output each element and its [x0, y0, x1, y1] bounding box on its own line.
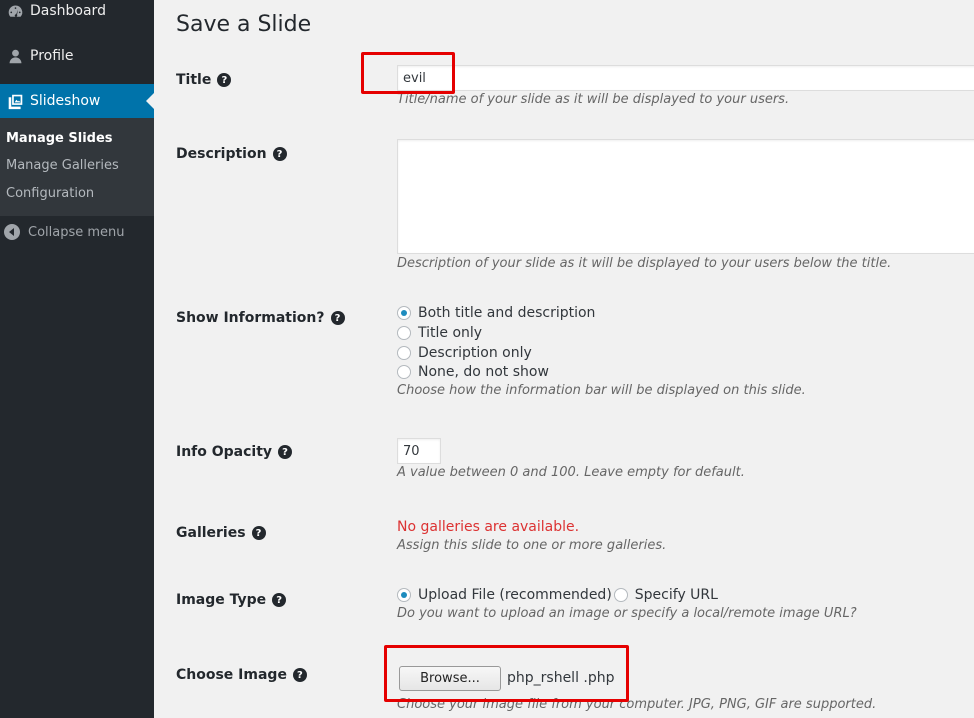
description-description: Description of your slide as it will be … — [397, 256, 892, 271]
sidebar-item-profile[interactable]: Profile — [0, 39, 154, 73]
show-information-description: Choose how the information bar will be d… — [397, 383, 806, 398]
submenu-item-manage-slides[interactable]: Manage Slides — [6, 131, 113, 146]
annotation-box-file — [384, 645, 629, 702]
title-label: Title ? — [176, 72, 232, 88]
radio-option-both[interactable]: Both title and description — [397, 305, 595, 321]
dashboard-icon — [0, 3, 30, 20]
help-icon[interactable]: ? — [251, 526, 266, 540]
galleries-description: Assign this slide to one or more galleri… — [397, 538, 667, 553]
admin-sidebar: Dashboard Profile Slideshow Manage Slide… — [0, 0, 154, 718]
help-icon[interactable]: ? — [272, 593, 287, 607]
help-icon[interactable]: ? — [217, 73, 232, 87]
sidebar-item-label: Dashboard — [30, 3, 106, 19]
user-icon — [0, 48, 30, 65]
radio-label-upload[interactable]: Upload File (recommended) — [418, 587, 612, 603]
sidebar-item-label: Slideshow — [30, 93, 101, 109]
help-icon[interactable]: ? — [292, 668, 307, 682]
radio-button-upload[interactable] — [397, 588, 411, 602]
image-type-label-text: Image Type — [176, 592, 267, 608]
sidebar-item-dashboard[interactable]: Dashboard — [0, 0, 154, 28]
title-description: Title/name of your slide as it will be d… — [397, 92, 790, 107]
sidebar-item-slideshow[interactable]: Slideshow — [0, 84, 154, 118]
radio-label: Description only — [418, 345, 532, 361]
image-type-options: Upload File (recommended) Specify URL — [397, 587, 718, 603]
sidebar-item-label: Profile — [30, 48, 74, 64]
galleries-error: No galleries are available. — [397, 519, 580, 535]
galleries-label: Galleries ? — [176, 525, 266, 541]
slideshow-submenu: Manage Slides Manage Galleries Configura… — [0, 118, 154, 216]
radio-option-description-only[interactable]: Description only — [397, 345, 532, 361]
radio-button[interactable] — [397, 306, 411, 320]
info-opacity-description: A value between 0 and 100. Leave empty f… — [397, 465, 745, 480]
radio-button[interactable] — [397, 365, 411, 379]
info-opacity-label-text: Info Opacity — [176, 444, 273, 460]
collapse-menu-label: Collapse menu — [28, 224, 125, 240]
description-label-text: Description — [176, 146, 267, 162]
description-textarea[interactable] — [397, 139, 974, 254]
page-title: Save a Slide — [176, 12, 312, 37]
radio-label-url[interactable]: Specify URL — [635, 587, 718, 603]
radio-option-none[interactable]: None, do not show — [397, 364, 549, 380]
info-opacity-label: Info Opacity ? — [176, 444, 293, 460]
radio-button-url[interactable] — [613, 588, 628, 602]
radio-button[interactable] — [397, 346, 411, 360]
image-type-label: Image Type ? — [176, 592, 287, 608]
active-indicator-arrow — [146, 93, 154, 109]
radio-label: Title only — [418, 325, 483, 341]
collapse-arrow-icon — [4, 224, 20, 240]
info-opacity-input[interactable] — [397, 438, 441, 464]
choose-image-label: Choose Image ? — [176, 667, 307, 683]
show-information-label-text: Show Information? — [176, 310, 325, 326]
image-type-description: Do you want to upload an image or specif… — [397, 606, 857, 621]
choose-image-label-text: Choose Image — [176, 667, 287, 683]
radio-option-title-only[interactable]: Title only — [397, 325, 482, 341]
slideshow-icon — [0, 93, 30, 110]
radio-label: None, do not show — [418, 364, 549, 380]
help-icon[interactable]: ? — [278, 445, 293, 459]
radio-label: Both title and description — [418, 305, 596, 321]
title-input[interactable] — [397, 65, 974, 91]
help-icon[interactable]: ? — [330, 311, 345, 325]
submenu-item-configuration[interactable]: Configuration — [6, 186, 94, 201]
galleries-label-text: Galleries — [176, 525, 246, 541]
help-icon[interactable]: ? — [272, 147, 287, 161]
title-label-text: Title — [176, 72, 212, 88]
annotation-box-title — [361, 52, 455, 94]
submenu-item-manage-galleries[interactable]: Manage Galleries — [6, 158, 119, 173]
collapse-menu-button[interactable]: Collapse menu — [4, 224, 125, 240]
show-information-label: Show Information? ? — [176, 310, 345, 326]
description-label: Description ? — [176, 146, 287, 162]
radio-button[interactable] — [397, 326, 411, 340]
